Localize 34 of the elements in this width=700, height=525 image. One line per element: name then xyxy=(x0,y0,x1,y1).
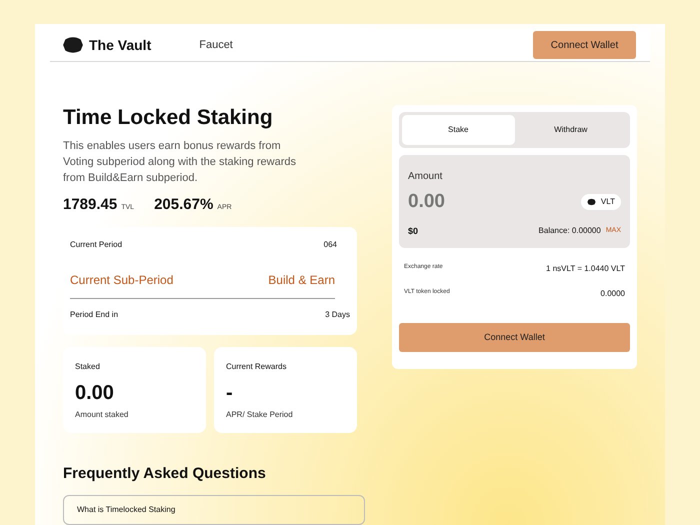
card-title: Staked xyxy=(75,360,101,372)
label: Period End in xyxy=(70,308,118,320)
info-value: 1 nsVLT = 1.0440 VLT xyxy=(546,263,625,275)
card-caption: Amount staked xyxy=(75,408,130,420)
stat-value: 205.67% xyxy=(154,195,214,215)
token-name: VLT xyxy=(600,196,615,208)
value: 3 Days xyxy=(325,308,350,320)
nav-link[interactable]: Faucet xyxy=(199,36,233,54)
card-value: 0.00 xyxy=(75,380,115,404)
faq-title: Frequently Asked Questions xyxy=(63,464,267,484)
usd-value: $0 xyxy=(408,224,418,238)
tab[interactable]: Stake xyxy=(402,115,514,145)
info-value: 0.0000 xyxy=(600,288,625,300)
value: Build & Earn xyxy=(268,272,335,288)
amount-label: Amount xyxy=(408,170,444,184)
label: Current Sub-Period xyxy=(70,272,174,288)
balance: Balance: 0.00000 xyxy=(538,225,601,238)
vault-logo-icon xyxy=(62,36,84,54)
label: Current Period xyxy=(70,238,122,250)
stat-value: 1789.45 xyxy=(63,195,118,215)
amount-input[interactable]: 0.00 xyxy=(408,188,488,216)
connect-wallet-button[interactable]: Connect Wallet xyxy=(399,323,630,352)
page-title: Time Locked Staking xyxy=(63,105,274,131)
tab[interactable]: Withdraw xyxy=(514,115,627,145)
token-selector[interactable]: VLT xyxy=(580,194,621,210)
description: This enables users earn bonus rewards from Voting subperiod along with the staking rewards from Build&Earn subperiod. xyxy=(63,139,297,186)
token-icon xyxy=(586,198,596,206)
card-caption: APR/ Stake Period xyxy=(226,408,294,420)
connect-wallet-button[interactable]: Connect Wallet xyxy=(533,31,636,59)
card-title: Current Rewards xyxy=(226,360,288,372)
brand-name: The Vault xyxy=(89,36,152,54)
faq-item[interactable]: What is Timelocked Staking xyxy=(63,495,365,525)
card-value: - xyxy=(226,380,234,404)
value: 064 xyxy=(324,238,337,250)
